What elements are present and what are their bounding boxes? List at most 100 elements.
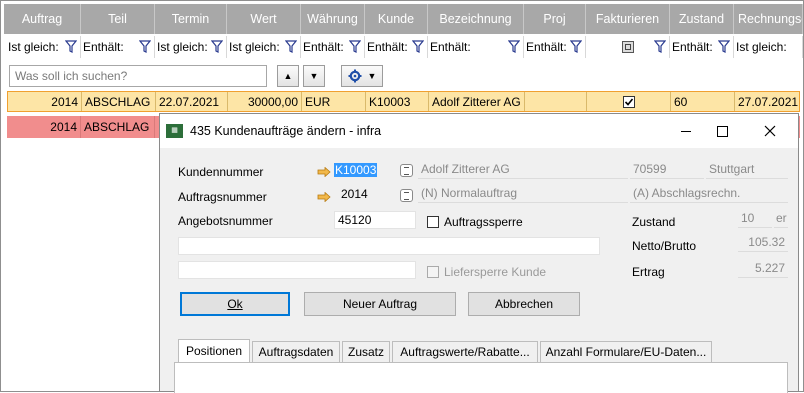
close-icon (764, 125, 776, 137)
filter-proj[interactable]: Enthält: (524, 36, 586, 58)
filter-operator: Enthält: (303, 40, 344, 54)
search-up-button[interactable]: ▲ (277, 65, 299, 87)
cell-auftrag: 2014 (8, 92, 82, 111)
column-header-auftrag[interactable]: Auftrag (4, 4, 81, 34)
ertrag-label: Ertrag (632, 265, 665, 279)
tab-label: Zusatz (347, 345, 384, 359)
kunde-ort: Stuttgart (706, 161, 788, 179)
filter-operator: Enthält: (526, 40, 567, 54)
filter-icon[interactable] (412, 40, 424, 53)
filter-termin[interactable]: Ist gleich: (155, 36, 227, 58)
column-header-zustand[interactable]: Zustand (670, 4, 734, 34)
kundennummer-value: K10003 (334, 163, 378, 177)
angebotsnummer-field[interactable]: 45120 (334, 211, 416, 229)
filter-fakturieren[interactable] (586, 36, 670, 58)
kunde-name: Adolf Zitterer AG (418, 161, 628, 179)
chevron-down-icon: ▼ (367, 71, 377, 81)
tab-panel (174, 362, 788, 393)
liefersperre-checkbox (427, 266, 439, 278)
cell-termin: 22.07.2021 (156, 92, 228, 111)
filter-icon[interactable] (285, 40, 297, 53)
cell-rechnungsdatum: 27.07.2021 (738, 94, 799, 109)
liefersperre-label: Liefersperre Kunde (444, 265, 547, 279)
text-field[interactable] (178, 261, 416, 279)
tab-positionen[interactable]: Positionen (178, 339, 250, 362)
lookup-button[interactable] (400, 189, 413, 202)
kundennummer-field[interactable]: K10003 (333, 162, 378, 180)
maximize-button[interactable] (708, 118, 736, 144)
filter-icon[interactable] (65, 40, 77, 53)
filter-kunde[interactable]: Enthält: (365, 36, 428, 58)
column-header-rechnungsdatum[interactable]: Rechnungsd (734, 4, 803, 34)
cell-waehrung: EUR (302, 92, 366, 111)
tab-label: Positionen (185, 344, 243, 358)
edit-order-dialog: ▦ 435 Kundenaufträge ändern - infra Kund… (159, 113, 799, 393)
filter-rechnungsdatum[interactable]: Ist gleich: (734, 36, 803, 58)
auftragsnummer-label: Auftragsnummer (178, 190, 267, 204)
ok-button[interactable]: Ok (180, 292, 290, 316)
column-header-kunde[interactable]: Kunde (365, 4, 428, 34)
ok-button-label: Ok (227, 297, 243, 311)
auftragssperre-checkbox[interactable] (427, 216, 439, 228)
angebotsnummer-label: Angebotsnummer (178, 214, 273, 228)
triangle-down-icon: ▼ (309, 71, 319, 81)
column-header-termin[interactable]: Termin (155, 4, 227, 34)
filter-icon[interactable] (508, 40, 520, 53)
table-row[interactable]: 2014 ABSCHLAG 22.07.2021 30000,00 EUR K1… (7, 91, 800, 112)
minimize-button[interactable] (672, 118, 700, 144)
triangle-up-icon: ▲ (283, 71, 293, 81)
gear-icon (348, 69, 362, 83)
column-header-teil[interactable]: Teil (81, 4, 155, 34)
filter-icon[interactable] (570, 40, 582, 53)
column-header-proj[interactable]: Proj (524, 4, 586, 34)
tab-label: Auftragsdaten (258, 345, 334, 359)
column-header-waehrung[interactable]: Währung (301, 4, 365, 34)
filter-zustand[interactable]: Enthält: (670, 36, 734, 58)
new-order-button[interactable]: Neuer Auftrag (304, 292, 456, 316)
filter-icon[interactable] (211, 40, 223, 53)
dialog-title: 435 Kundenaufträge ändern - infra (190, 124, 382, 138)
search-down-button[interactable]: ▼ (303, 65, 325, 87)
dialog-titlebar[interactable]: ▦ 435 Kundenaufträge ändern - infra (160, 114, 798, 148)
filter-icon[interactable] (654, 40, 666, 53)
arrow-right-icon[interactable] (317, 192, 331, 202)
filter-wert[interactable]: Ist gleich: (227, 36, 301, 58)
filter-bezeichnung[interactable]: Enthält: (428, 36, 524, 58)
auftragsnummer-field[interactable]: 2014 (338, 186, 388, 204)
cell-bezeichnung: Adolf Zitterer AG (429, 92, 525, 111)
cell-teil: ABSCHLAG (82, 92, 156, 111)
arrow-right-icon[interactable] (317, 167, 331, 177)
maximize-icon (716, 125, 728, 137)
tab-zusatz[interactable]: Zusatz (342, 341, 390, 362)
column-header-fakturieren[interactable]: Fakturieren (586, 4, 670, 34)
tab-anzahl-formulare[interactable]: Anzahl Formulare/EU-Daten... (540, 341, 712, 362)
filter-operator: Enthält: (672, 40, 713, 54)
filter-icon[interactable] (349, 40, 361, 53)
search-options-button[interactable]: ▼ (341, 65, 383, 87)
column-header-wert[interactable]: Wert (227, 4, 301, 34)
cell-teil: ABSCHLAG (81, 116, 155, 138)
column-header-bezeichnung[interactable]: Bezeichnung (428, 4, 524, 34)
filter-operator: Ist gleich: (229, 40, 280, 54)
list-icon (404, 167, 409, 175)
list-icon (404, 192, 409, 200)
close-button[interactable] (756, 118, 784, 144)
tab-auftragsdaten[interactable]: Auftragsdaten (252, 341, 340, 362)
zustand-text: er (774, 210, 788, 228)
filter-icon[interactable] (718, 40, 730, 53)
fakturieren-checkbox[interactable] (623, 96, 635, 108)
tab-label: Anzahl Formulare/EU-Daten... (545, 345, 707, 359)
filter-checkbox[interactable] (622, 41, 634, 53)
zustand-label: Zustand (632, 215, 676, 229)
filter-auftrag[interactable]: Ist gleich: (6, 36, 81, 58)
filter-teil[interactable]: Enthält: (81, 36, 155, 58)
filter-icon[interactable] (139, 40, 151, 53)
search-input[interactable]: Was soll ich suchen? (9, 65, 267, 87)
cancel-button[interactable]: Abbrechen (468, 292, 580, 316)
filter-waehrung[interactable]: Enthält: (301, 36, 365, 58)
tab-auftragswerte[interactable]: Auftragswerte/Rabatte... (392, 341, 538, 362)
auftragsart: (N) Normalauftrag (418, 185, 628, 203)
text-field[interactable] (178, 237, 600, 255)
lookup-button[interactable] (400, 164, 413, 177)
filter-operator: Ist gleich: (157, 40, 208, 54)
